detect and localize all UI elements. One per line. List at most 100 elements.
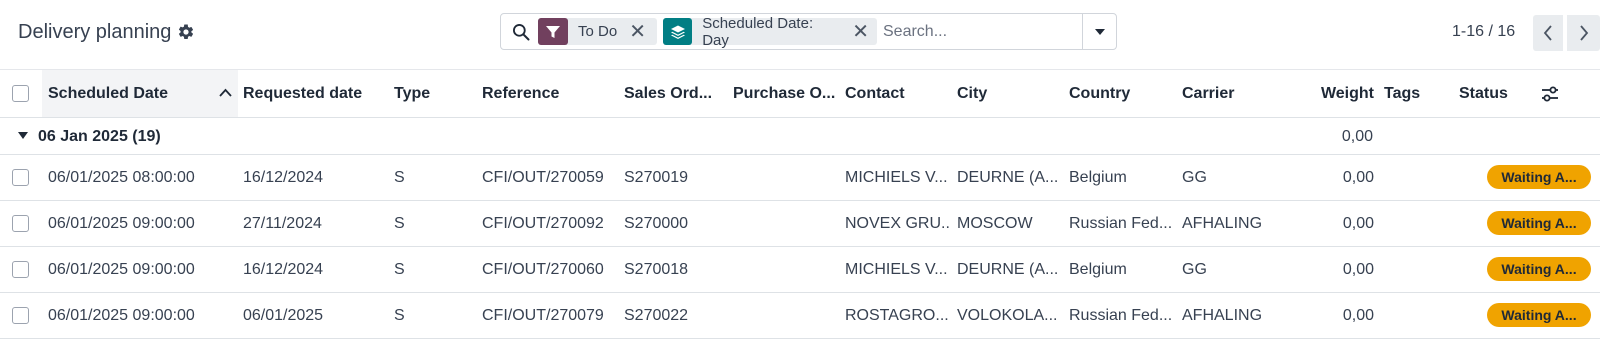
group-row[interactable]: 06 Jan 2025 (19) 0,00 xyxy=(0,118,1600,155)
search-icon[interactable] xyxy=(511,22,531,42)
list-table: Scheduled Date Requested date Type Refer… xyxy=(0,70,1600,339)
cell-reference: CFI/OUT/270092 xyxy=(482,215,604,232)
column-label: Scheduled Date xyxy=(48,85,169,102)
column-requested-date[interactable]: Requested date xyxy=(243,70,383,117)
cell-city: DEURNE (A... xyxy=(957,169,1059,186)
cell-country: Belgium xyxy=(1069,261,1127,278)
table-header: Scheduled Date Requested date Type Refer… xyxy=(0,70,1600,118)
facet-to-do: To Do ✕ xyxy=(538,18,657,45)
cell-city: MOSCOW xyxy=(957,215,1033,232)
cell-country: Russian Fed... xyxy=(1069,307,1173,324)
column-tags[interactable]: Tags xyxy=(1384,70,1444,117)
cell-reference: CFI/OUT/270079 xyxy=(482,307,604,324)
facet-label: To Do xyxy=(578,23,618,40)
cell-city: DEURNE (A... xyxy=(957,261,1059,278)
layers-icon xyxy=(663,18,693,45)
column-label: Requested date xyxy=(243,85,363,102)
column-label: Country xyxy=(1069,85,1131,102)
cell-purchase-order xyxy=(733,201,838,246)
cell-tags xyxy=(1384,247,1444,292)
cell-type: S xyxy=(394,307,405,324)
table-row[interactable]: 06/01/2025 09:00:00 27/11/2024 S CFI/OUT/27… xyxy=(0,201,1600,247)
facet-scheduled-date: Scheduled Date: Day ✕ xyxy=(663,15,877,49)
status-badge: Waiting A... xyxy=(1487,303,1591,327)
column-type[interactable]: Type xyxy=(394,70,474,117)
cell-carrier: GG xyxy=(1182,261,1207,278)
column-city[interactable]: City xyxy=(957,70,1062,117)
cell-tags xyxy=(1384,155,1444,200)
cell-scheduled: 06/01/2025 09:00:00 xyxy=(48,307,195,324)
cell-carrier: AFHALING xyxy=(1182,307,1263,324)
search-bar: To Do ✕ Scheduled Date: Day ✕ xyxy=(500,13,1117,50)
column-label: Sales Ord... xyxy=(624,85,713,102)
table-row[interactable]: 06/01/2025 09:00:00 16/12/2024 S CFI/OUT/27… xyxy=(0,247,1600,293)
column-label: Reference xyxy=(482,85,560,102)
cell-purchase-order xyxy=(733,293,838,338)
close-icon[interactable]: ✕ xyxy=(852,22,869,42)
optional-columns-icon[interactable] xyxy=(1540,84,1560,104)
cell-sales-order: S270018 xyxy=(624,261,689,278)
cell-weight: 0,00 xyxy=(1342,215,1374,232)
close-icon[interactable]: ✕ xyxy=(629,22,646,42)
column-status[interactable]: Status xyxy=(1459,70,1529,117)
cell-contact: MICHIELS V... xyxy=(845,261,948,278)
column-country[interactable]: Country xyxy=(1069,70,1174,117)
column-purchase-order[interactable]: Purchase O... xyxy=(733,70,841,117)
cell-sales-order: S270022 xyxy=(624,307,689,324)
table-row[interactable]: 06/01/2025 09:00:00 06/01/2025 S CFI/OUT/27… xyxy=(0,293,1600,339)
row-checkbox[interactable] xyxy=(12,215,29,232)
row-checkbox[interactable] xyxy=(12,261,29,278)
caret-down-icon xyxy=(18,132,28,139)
cell-scheduled: 06/01/2025 08:00:00 xyxy=(48,169,195,186)
pager-previous-button[interactable] xyxy=(1533,15,1563,51)
column-weight[interactable]: Weight xyxy=(1300,70,1374,117)
cell-sales-order: S270000 xyxy=(624,215,689,232)
pager-value[interactable]: 1-16 / 16 xyxy=(1452,23,1515,41)
cell-city: VOLOKOLA... xyxy=(957,307,1058,324)
column-scheduled-date[interactable]: Scheduled Date xyxy=(42,70,238,117)
group-label: 06 Jan 2025 (19) xyxy=(38,128,161,145)
column-label: Tags xyxy=(1384,85,1421,102)
cell-type: S xyxy=(394,261,405,278)
cell-contact: NOVEX GRU... xyxy=(845,215,951,232)
table-row[interactable]: 06/01/2025 08:00:00 16/12/2024 S CFI/OUT/27… xyxy=(0,155,1600,201)
cell-country: Belgium xyxy=(1069,169,1127,186)
column-label: Contact xyxy=(845,85,905,102)
cell-country: Russian Fed... xyxy=(1069,215,1173,232)
column-label: Purchase O... xyxy=(733,85,836,102)
cell-requested: 27/11/2024 xyxy=(243,215,322,232)
status-badge: Waiting A... xyxy=(1487,257,1591,281)
column-reference[interactable]: Reference xyxy=(482,70,612,117)
status-badge: Waiting A... xyxy=(1487,211,1591,235)
filter-icon xyxy=(538,18,568,45)
row-checkbox[interactable] xyxy=(12,169,29,186)
caret-down-icon xyxy=(1094,28,1105,35)
column-sales-order[interactable]: Sales Ord... xyxy=(624,70,726,117)
column-label: City xyxy=(957,85,988,102)
column-carrier[interactable]: Carrier xyxy=(1182,70,1282,117)
cell-sales-order: S270019 xyxy=(624,169,689,186)
cell-purchase-order xyxy=(733,247,838,292)
cell-contact: MICHIELS V... xyxy=(845,169,948,186)
cell-tags xyxy=(1384,293,1444,338)
cell-requested: 16/12/2024 xyxy=(243,169,324,186)
column-contact[interactable]: Contact xyxy=(845,70,950,117)
column-label: Status xyxy=(1459,85,1508,102)
search-input[interactable] xyxy=(883,20,1073,44)
column-label: Carrier xyxy=(1182,85,1235,102)
column-label: Type xyxy=(394,85,431,102)
cell-type: S xyxy=(394,169,405,186)
cell-weight: 0,00 xyxy=(1342,307,1374,324)
pager-next-button[interactable] xyxy=(1567,15,1600,51)
gear-icon[interactable] xyxy=(177,23,195,41)
cell-reference: CFI/OUT/270060 xyxy=(482,261,604,278)
cell-purchase-order xyxy=(733,155,838,200)
row-checkbox[interactable] xyxy=(12,307,29,324)
chevron-left-icon xyxy=(1543,25,1552,41)
cell-contact: ROSTAGRO... xyxy=(845,307,949,324)
cell-requested: 06/01/2025 xyxy=(243,307,324,324)
search-options-toggle[interactable] xyxy=(1082,14,1116,49)
chevron-right-icon xyxy=(1579,25,1588,41)
select-all-checkbox[interactable] xyxy=(12,85,29,102)
group-weight-total: 0,00 xyxy=(1341,128,1373,145)
